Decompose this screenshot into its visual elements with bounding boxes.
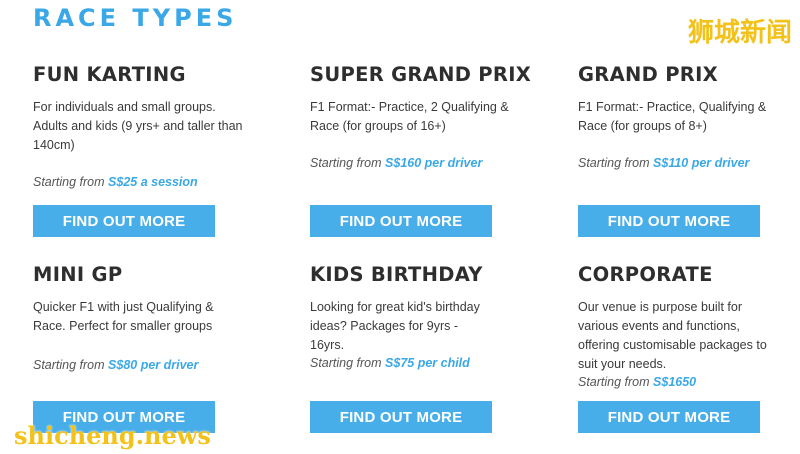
price-value: S$25 a session [108, 175, 198, 189]
find-out-more-button[interactable]: FIND OUT MORE [33, 205, 215, 237]
card-kids-birthday: KIDS BIRTHDAY Looking for great kid's bi… [310, 263, 495, 433]
card-corporate: CORPORATE Our venue is purpose built for… [578, 263, 773, 433]
price-prefix: Starting from [578, 156, 654, 170]
price-prefix: Starting from [310, 356, 386, 370]
price-prefix: Starting from [33, 175, 109, 189]
card-grand-prix: GRAND PRIX F1 Format:- Practice, Qualify… [578, 63, 773, 237]
card-title: SUPER GRAND PRIX [310, 63, 532, 86]
price-value: S$80 per driver [108, 358, 199, 372]
card-title: FUN KARTING [33, 63, 186, 86]
find-out-more-button[interactable]: FIND OUT MORE [310, 205, 492, 237]
card-price: Starting from S$75 per child [310, 356, 470, 370]
price-prefix: Starting from [33, 358, 109, 372]
card-price: Starting from S$80 per driver [33, 358, 198, 372]
find-out-more-button[interactable]: FIND OUT MORE [578, 205, 760, 237]
price-value: S$75 per child [385, 356, 470, 370]
price-prefix: Starting from [578, 375, 654, 389]
find-out-more-button[interactable]: FIND OUT MORE [578, 401, 760, 433]
card-fun-karting: FUN KARTING For individuals and small gr… [33, 63, 243, 237]
price-value: S$1650 [653, 375, 697, 389]
card-title: KIDS BIRTHDAY [310, 263, 483, 286]
card-price: Starting from S$160 per driver [310, 156, 482, 170]
find-out-more-button[interactable]: FIND OUT MORE [310, 401, 492, 433]
card-price: Starting from S$25 a session [33, 175, 198, 189]
card-description: Our venue is purpose built for various e… [578, 300, 767, 371]
card-description: For individuals and small groups. Adults… [33, 100, 243, 152]
card-description: Quicker F1 with just Qualifying & Race. … [33, 300, 214, 333]
card-description: F1 Format:- Practice, Qualifying & Race … [578, 100, 767, 133]
card-description: F1 Format:- Practice, 2 Qualifying & Rac… [310, 100, 509, 133]
card-mini-gp: MINI GP Quicker F1 with just Qualifying … [33, 263, 243, 433]
price-prefix: Starting from [310, 156, 386, 170]
card-price: Starting from S$1650 [578, 375, 696, 389]
card-title: MINI GP [33, 263, 123, 286]
card-super-grand-prix: SUPER GRAND PRIX F1 Format:- Practice, 2… [310, 63, 532, 237]
card-description: Looking for great kid's birthday ideas? … [310, 300, 480, 352]
watermark-top: 狮城新闻 [687, 18, 792, 48]
card-price: Starting from S$110 per driver [578, 156, 749, 170]
card-title: GRAND PRIX [578, 63, 719, 86]
card-title: CORPORATE [578, 263, 713, 286]
price-value: S$110 per driver [653, 156, 750, 170]
price-value: S$160 per driver [385, 156, 483, 170]
watermark-bottom: shicheng.news [14, 421, 211, 450]
section-title: RACE TYPES [33, 4, 238, 32]
